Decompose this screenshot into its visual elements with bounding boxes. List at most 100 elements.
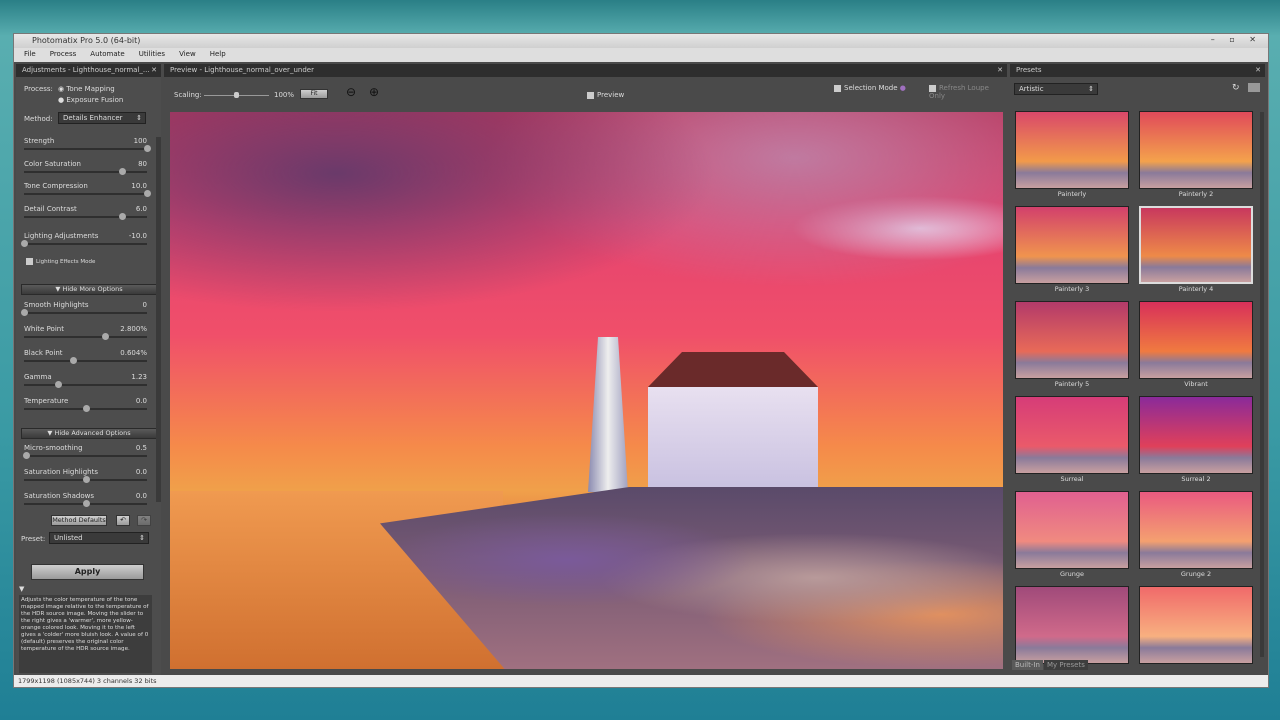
slider-thumb[interactable] <box>144 190 151 197</box>
radio-tone-mapping[interactable]: ◉ Tone Mapping <box>58 85 115 93</box>
preset-thumbnail[interactable] <box>1139 586 1253 664</box>
slider-label: Gamma <box>24 373 52 381</box>
menu-automate[interactable]: Automate <box>90 50 124 60</box>
slider-micro-smoothing[interactable]: Micro-smoothing 0.5 <box>23 444 147 460</box>
radio-exposure-fusion[interactable]: ● Exposure Fusion <box>58 96 123 104</box>
preset-label: Painterly 5 <box>1054 380 1090 388</box>
slider-thumb[interactable] <box>144 145 151 152</box>
slider-thumb[interactable] <box>55 381 63 388</box>
slider-thumb[interactable] <box>82 405 90 412</box>
slider-value: 0.5 <box>135 444 147 452</box>
slider-value: 0.604% <box>120 349 147 357</box>
preset-label: Surreal 2 <box>1181 475 1211 483</box>
slider-track[interactable] <box>24 455 147 457</box>
slider-track[interactable] <box>24 312 147 314</box>
slider-thumb[interactable] <box>82 500 90 507</box>
preset-category-select[interactable]: Artistic ⇕ <box>1014 83 1098 95</box>
slider-track[interactable] <box>24 243 147 245</box>
slider-thumb[interactable] <box>102 333 110 340</box>
refresh-loupe-checkbox[interactable]: Refresh Loupe Only <box>929 84 1007 100</box>
slider-thumb[interactable] <box>21 240 28 247</box>
undo-icon[interactable]: ↶ <box>116 515 130 526</box>
slider-track[interactable] <box>24 170 147 173</box>
preset-thumbnail[interactable] <box>1015 586 1129 664</box>
hide-advanced-options-button[interactable]: ▼ Hide Advanced Options <box>21 428 157 439</box>
slider-label: Saturation Highlights <box>24 468 98 476</box>
preset-thumbnail[interactable] <box>1139 206 1253 284</box>
redo-icon[interactable]: ↷ <box>137 515 151 526</box>
slider-lighting-adjustments[interactable]: Lighting Adjustments -10.0 <box>21 232 147 248</box>
slider-saturation-highlights[interactable]: Saturation Highlights 0.0 <box>24 468 147 484</box>
zoom-out-icon[interactable]: ⊖ <box>346 85 356 99</box>
menu-process[interactable]: Process <box>50 50 77 60</box>
slider-track[interactable] <box>24 193 147 195</box>
slider-strength[interactable]: Strength 100 <box>24 137 151 153</box>
selection-mode-checkbox[interactable]: Selection Mode ● <box>834 84 906 92</box>
preset-select[interactable]: Unlisted ⇕ <box>49 532 149 544</box>
scaling-slider[interactable] <box>204 92 269 98</box>
method-select[interactable]: Details Enhancer ⇕ <box>58 112 146 124</box>
preset-thumbnail[interactable] <box>1139 111 1253 189</box>
preset-thumbnail[interactable] <box>1015 301 1129 379</box>
preset-thumbnail[interactable] <box>1139 301 1253 379</box>
slider-thumb[interactable] <box>70 357 78 364</box>
hide-more-options-button[interactable]: ▼ Hide More Options <box>21 284 157 295</box>
lighting-effects-checkbox[interactable]: Lighting Effects Mode <box>26 257 95 265</box>
preset-label: Preset: <box>21 535 46 543</box>
menu-view[interactable]: View <box>179 50 196 60</box>
refresh-icon[interactable]: ↻ <box>1232 83 1240 93</box>
scrollbar[interactable] <box>156 137 161 502</box>
slider-thumb[interactable] <box>119 167 127 175</box>
slider-thumb[interactable] <box>23 452 31 459</box>
zoom-in-icon[interactable]: ⊕ <box>369 85 379 99</box>
preset-thumbnail[interactable] <box>1015 491 1129 569</box>
tab-built-in[interactable]: Built-In <box>1012 660 1043 670</box>
collapse-help-icon[interactable]: ▼ <box>19 585 24 593</box>
slider-thumb[interactable] <box>82 476 90 483</box>
close-icon[interactable]: ✕ <box>1255 66 1261 74</box>
close-icon[interactable]: ✕ <box>151 66 157 74</box>
slider-track[interactable] <box>24 384 147 386</box>
slider-track[interactable] <box>24 336 147 338</box>
slider-detail-contrast[interactable]: Detail Contrast 6.0 <box>24 205 147 221</box>
preset-thumbnail[interactable] <box>1015 396 1129 474</box>
slider-black-point[interactable]: Black Point 0.604% <box>24 349 147 365</box>
preset-thumbnail[interactable] <box>1139 491 1253 569</box>
close-icon[interactable]: ✕ <box>997 66 1003 74</box>
menu-help[interactable]: Help <box>210 50 226 60</box>
menu-utilities[interactable]: Utilities <box>139 50 165 60</box>
slider-label: Strength <box>24 137 55 145</box>
slider-tone-compression[interactable]: Tone Compression 10.0 <box>24 182 151 198</box>
process-label: Process: <box>24 85 53 93</box>
slider-track[interactable] <box>24 215 147 218</box>
slider-temperature[interactable]: Temperature 0.0 <box>24 397 147 413</box>
presets-panel: Artistic ⇕ ↻ Painterly Painterly 2 Painterl… <box>1010 77 1265 675</box>
fit-button[interactable]: Fit <box>300 89 328 99</box>
preset-thumbnail[interactable] <box>1139 396 1253 474</box>
slider-label: Color Saturation <box>24 159 81 168</box>
preset-thumbnail[interactable] <box>1015 206 1129 284</box>
preset-label: Painterly 4 <box>1178 285 1214 293</box>
slider-color-saturation[interactable]: Color Saturation 80 <box>24 160 147 176</box>
method-defaults-button[interactable]: Method Defaults <box>51 515 107 526</box>
tab-my-presets[interactable]: My Presets <box>1044 660 1088 670</box>
preset-thumbnail[interactable] <box>1015 111 1129 189</box>
presets-scrollbar[interactable] <box>1260 112 1264 657</box>
slider-thumb[interactable] <box>21 309 28 316</box>
slider-saturation-shadows[interactable]: Saturation Shadows 0.0 <box>24 492 147 508</box>
slider-track[interactable] <box>24 360 147 362</box>
preset-label: Grunge 2 <box>1180 570 1212 578</box>
options-icon[interactable] <box>1248 83 1260 92</box>
slider-thumb[interactable] <box>119 212 127 220</box>
preview-image[interactable] <box>170 112 1003 669</box>
slider-white-point[interactable]: White Point 2.800% <box>24 325 147 341</box>
apply-button[interactable]: Apply <box>31 564 144 580</box>
preview-checkbox[interactable]: Preview <box>587 91 624 99</box>
preset-label: Vibrant <box>1184 380 1208 388</box>
slider-value: 0.0 <box>135 397 147 405</box>
menu-file[interactable]: File <box>24 50 36 60</box>
slider-gamma[interactable]: Gamma 1.23 <box>24 373 147 389</box>
slider-track[interactable] <box>24 148 147 150</box>
slider-smooth-highlights[interactable]: Smooth Highlights 0 <box>21 301 147 317</box>
window-controls[interactable]: – ▫ ✕ <box>1211 35 1262 44</box>
